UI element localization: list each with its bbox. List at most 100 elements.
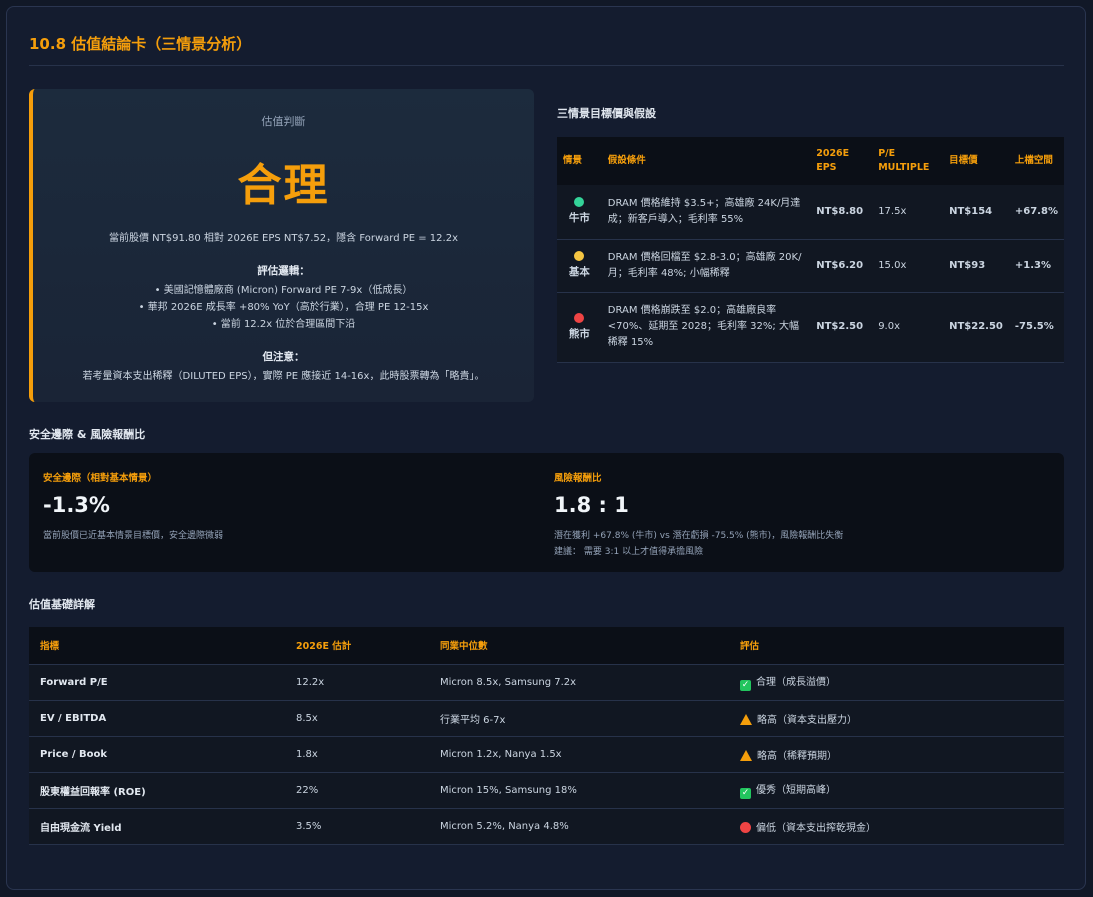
valuation-card: 10.8 估值結論卡（三情景分析） 估值判斷 合理 當前股價 NT$91.80 … — [6, 6, 1086, 890]
scenario-name-cell: 基本 — [557, 239, 602, 293]
scenario-name: 熊市 — [568, 327, 590, 340]
scenario-row-bear: 熊市 DRAM 價格崩跌至 $2.0；高雄廠良率 <70%、延期至 2028；毛… — [557, 292, 1064, 363]
verdict-label: 估值判斷 — [261, 115, 306, 128]
scenario-eps: NT$8.80 — [810, 185, 873, 240]
basis-peer: Micron 1.2x, Nanya 1.5x — [429, 736, 729, 773]
basis-assess-cell: ✓ 優秀（短期高峰） — [729, 772, 1064, 809]
basis-metric: Forward P/E — [29, 664, 285, 701]
warning-icon — [740, 713, 752, 725]
scenario-header: P/E MULTIPLE — [872, 137, 944, 185]
scenario-header: 情景 — [557, 137, 602, 185]
basis-peer: Micron 15%, Samsung 18% — [429, 772, 729, 809]
scenario-section-title: 三情景目標價與假設 — [557, 107, 656, 120]
basis-estimate: 3.5% — [285, 808, 429, 845]
verdict-panel: 估值判斷 合理 當前股價 NT$91.80 相對 2026E EPS NT$7.… — [29, 89, 534, 402]
basis-header: 評估 — [729, 627, 1064, 665]
scenario-eps: NT$2.50 — [810, 292, 873, 363]
scenario-header: 上檔空間 — [1008, 137, 1064, 185]
basis-row: 股東權益回報率 (ROE) 22% Micron 15%, Samsung 18… — [29, 772, 1064, 809]
ratio-label: 風險報酬比 — [554, 473, 602, 484]
basis-header: 2026E 估計 — [285, 627, 429, 665]
scenario-assumption: DRAM 價格崩跌至 $2.0；高雄廠良率 <70%、延期至 2028；毛利率 … — [601, 292, 811, 363]
card-title: 10.8 估值結論卡（三情景分析） — [29, 35, 252, 53]
basis-header: 指標 — [29, 627, 285, 665]
basis-metric: Price / Book — [29, 736, 285, 773]
scenario-header: 假設條件 — [601, 137, 811, 185]
scenario-header-row: 情景 假設條件 2026E EPS P/E MULTIPLE 目標價 上檔空間 — [557, 137, 1064, 185]
scenario-assumption: DRAM 價格維持 $3.5+；高雄廠 24K/月達成；新客戶導入；毛利率 55… — [601, 185, 811, 240]
basis-metric: 自由現金流 Yield — [29, 808, 285, 845]
verdict-logic-title: 評估邏輯： — [257, 265, 310, 277]
basis-assess: 優秀（短期高峰） — [756, 785, 836, 796]
margin-desc: 當前股價已近基本情景目標價，安全邊際微弱 — [43, 531, 224, 541]
check-icon: ✓ — [740, 680, 751, 691]
basis-assess-cell: 偏低（資本支出搾乾現金） — [729, 808, 1064, 845]
red-circle-icon — [574, 312, 585, 323]
verdict-note: 若考量資本支出稀釋（DILUTED EPS），實際 PE 應接近 14-16x，… — [82, 371, 485, 382]
basis-assess: 略高（稀釋預期） — [757, 750, 837, 762]
basis-section-title: 估值基礎詳解 — [29, 598, 95, 611]
scenario-target: NT$93 — [943, 239, 1009, 293]
basis-metric: 股東權益回報率 (ROE) — [29, 772, 285, 809]
basis-estimate: 12.2x — [285, 664, 429, 701]
scenario-pe: 9.0x — [872, 292, 944, 363]
scenario-target: NT$22.50 — [943, 292, 1009, 363]
basis-peer: 行業平均 6-7x — [429, 700, 729, 737]
basis-assess: 偏低（資本支出搾乾現金） — [756, 822, 876, 834]
scenario-header: 目標價 — [943, 137, 1009, 185]
basis-metric: EV / EBITDA — [29, 700, 285, 737]
basis-assess-cell: ✓ 合理（成長溢價） — [729, 664, 1064, 701]
ratio-desc: 潛在獲利 +67.8% (牛市) vs 潛在虧損 -75.5% (熊市)，風險報… — [554, 531, 844, 541]
verdict-price-line: 當前股價 NT$91.80 相對 2026E EPS NT$7.52，隱含 Fo… — [109, 233, 458, 244]
scenario-upside: -75.5% — [1008, 292, 1064, 363]
basis-row: EV / EBITDA 8.5x 行業平均 6-7x 略高（資本支出壓力） — [29, 700, 1064, 737]
verdict-bullet: • 華邦 2026E 成長率 +80% YoY（高於行業），合理 PE 12-1… — [138, 302, 429, 313]
basis-estimate: 22% — [285, 772, 429, 809]
basis-header: 同業中位數 — [429, 627, 729, 665]
scenario-row-bull: 牛市 DRAM 價格維持 $3.5+；高雄廠 24K/月達成；新客戶導入；毛利率… — [557, 185, 1064, 240]
scenario-name-cell: 牛市 — [557, 185, 602, 240]
scenario-target: NT$154 — [943, 185, 1009, 240]
basis-row: Price / Book 1.8x Micron 1.2x, Nanya 1.5… — [29, 736, 1064, 773]
margin-value: -1.3% — [43, 493, 110, 517]
scenario-row-base: 基本 DRAM 價格回檔至 $2.8-3.0；高雄廠 20K/月；毛利率 48%… — [557, 239, 1064, 293]
scenario-upside: +1.3% — [1008, 239, 1064, 293]
red-circle-icon — [740, 821, 751, 833]
ratio-advice: 建議： 需要 3:1 以上才值得承擔風險 — [554, 547, 704, 557]
title-divider — [29, 65, 1064, 66]
basis-row: Forward P/E 12.2x Micron 8.5x, Samsung 7… — [29, 664, 1064, 701]
verdict-note-title: 但注意： — [262, 351, 305, 363]
basis-header-row: 指標 2026E 估計 同業中位數 評估 — [29, 627, 1064, 665]
scenario-pe: 17.5x — [872, 185, 944, 240]
basis-table: 指標 2026E 估計 同業中位數 評估 Forward P/E 12.2x M… — [29, 627, 1064, 845]
scenario-assumption: DRAM 價格回檔至 $2.8-3.0；高雄廠 20K/月；毛利率 48%; 小… — [601, 239, 811, 293]
basis-estimate: 8.5x — [285, 700, 429, 737]
green-circle-icon — [574, 197, 585, 208]
scenario-header: 2026E EPS — [810, 137, 873, 185]
safety-section-title: 安全邊際 & 風險報酬比 — [29, 428, 146, 441]
margin-label: 安全邊際（相對基本情景） — [43, 473, 158, 484]
verdict-bullet: • 當前 12.2x 位於合理區間下沿 — [211, 319, 356, 330]
scenario-eps: NT$6.20 — [810, 239, 873, 293]
basis-estimate: 1.8x — [285, 736, 429, 773]
basis-assess-cell: 略高（稀釋預期） — [729, 736, 1064, 773]
safety-panel: 安全邊際（相對基本情景） -1.3% 當前股價已近基本情景目標價，安全邊際微弱 … — [29, 453, 1064, 572]
scenario-pe: 15.0x — [872, 239, 944, 293]
scenario-table: 情景 假設條件 2026E EPS P/E MULTIPLE 目標價 上檔空間 … — [557, 137, 1064, 363]
scenario-name: 牛市 — [568, 212, 590, 225]
warning-icon — [740, 749, 752, 761]
basis-peer: Micron 5.2%, Nanya 4.8% — [429, 808, 729, 845]
scenario-name-cell: 熊市 — [557, 292, 602, 363]
scenario-upside: +67.8% — [1008, 185, 1064, 240]
ratio-value: 1.8 : 1 — [554, 493, 629, 517]
scenario-name: 基本 — [568, 266, 590, 278]
basis-row: 自由現金流 Yield 3.5% Micron 5.2%, Nanya 4.8%… — [29, 808, 1064, 845]
yellow-circle-icon — [574, 251, 585, 261]
check-icon: ✓ — [740, 788, 751, 799]
verdict-bullet: • 美國記憶體廠商 (Micron) Forward PE 7-9x（低成長） — [154, 285, 413, 296]
basis-assess: 略高（資本支出壓力） — [757, 714, 857, 726]
verdict-main: 合理 — [237, 160, 330, 211]
basis-peer: Micron 8.5x, Samsung 7.2x — [429, 664, 729, 701]
basis-assess-cell: 略高（資本支出壓力） — [729, 700, 1064, 737]
basis-assess: 合理（成長溢價） — [756, 677, 836, 688]
